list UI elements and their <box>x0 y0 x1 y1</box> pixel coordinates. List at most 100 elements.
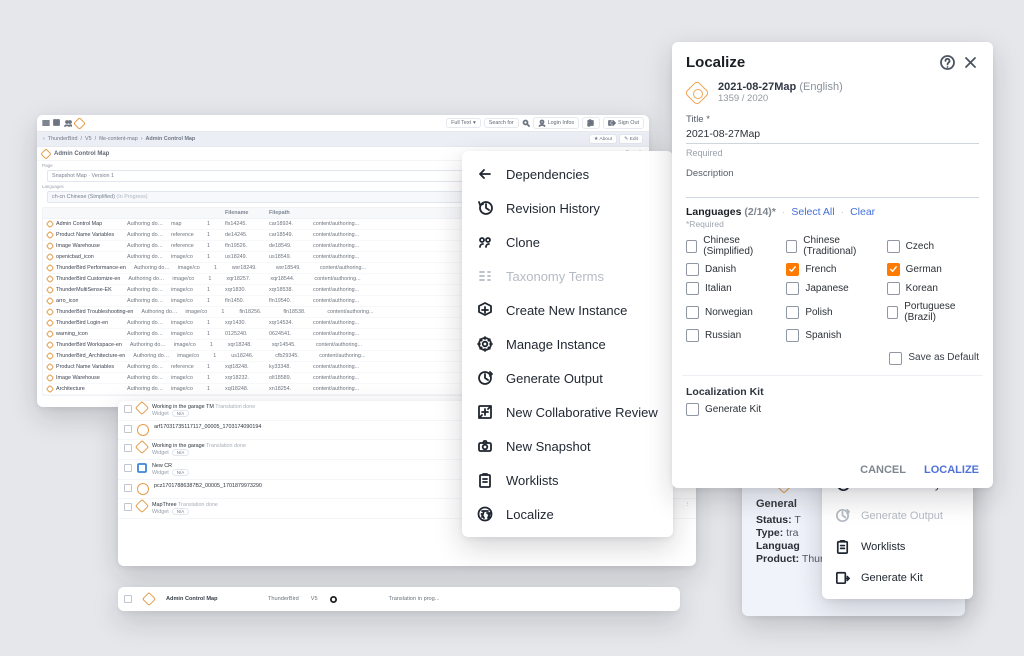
map-hex-icon <box>47 221 53 227</box>
menu-item-snapshot[interactable]: New Snapshot <box>462 429 673 463</box>
localize-button[interactable]: LOCALIZE <box>924 464 979 476</box>
kit-heading: Localization Kit <box>686 386 979 398</box>
generate-kit-checkbox[interactable] <box>686 403 699 416</box>
search-input[interactable]: Search for <box>484 118 519 128</box>
select-all-link[interactable]: Select All <box>791 206 834 218</box>
menu-item-localize[interactable]: Localize <box>462 497 673 531</box>
checkbox[interactable] <box>786 329 799 342</box>
checkbox[interactable] <box>786 282 799 295</box>
menu-item-dependencies[interactable]: Dependencies <box>462 157 673 191</box>
dialog-title: Localize <box>686 54 745 71</box>
review-icon <box>137 463 147 473</box>
breadcrumb-brand[interactable]: ThunderBird <box>48 136 78 142</box>
select-checkbox[interactable] <box>124 405 132 413</box>
checkbox[interactable] <box>686 263 699 276</box>
sliders-icon <box>587 119 595 127</box>
language-option[interactable]: Italian <box>686 282 778 295</box>
menu-item-genout: Generate Output <box>822 500 973 531</box>
checkbox[interactable] <box>887 240 900 253</box>
login-info-button[interactable]: Login Infos <box>533 117 579 129</box>
select-checkbox[interactable] <box>124 444 132 452</box>
language-option[interactable]: Japanese <box>786 282 878 295</box>
id-icon <box>137 424 149 436</box>
breadcrumb: ‹ ThunderBird / V5 / file-content-map › … <box>37 132 649 147</box>
context-menu: DependenciesRevision HistoryCloneTaxonom… <box>462 151 673 537</box>
info-icon <box>330 596 337 603</box>
language-option[interactable]: German <box>887 263 979 276</box>
select-checkbox[interactable] <box>124 484 132 492</box>
settings-button[interactable] <box>582 117 600 129</box>
select-checkbox[interactable] <box>124 464 132 472</box>
menu-item-collab[interactable]: New Collaborative Review <box>462 395 673 429</box>
language-option[interactable]: French <box>786 263 878 276</box>
strip-version: V5 <box>311 596 318 602</box>
help-icon[interactable] <box>939 54 956 71</box>
checkbox[interactable] <box>786 263 799 276</box>
checkbox[interactable] <box>786 306 799 319</box>
language-option[interactable]: Chinese (Simplified) <box>686 235 778 257</box>
language-option[interactable]: Norwegian <box>686 301 778 323</box>
select-checkbox[interactable] <box>124 503 132 511</box>
localize-icon <box>476 505 494 523</box>
brand-hex-icon <box>75 119 84 128</box>
search-icon[interactable] <box>522 119 530 127</box>
menu-icon[interactable] <box>42 119 50 127</box>
select-checkbox[interactable] <box>124 425 132 433</box>
menu-item-worklists[interactable]: Worklists <box>822 531 973 562</box>
clear-link[interactable]: Clear <box>850 206 875 218</box>
menu-item-genout[interactable]: Generate Output <box>462 361 673 395</box>
id-icon <box>137 483 149 495</box>
worklists-icon <box>834 538 851 555</box>
menu-item-manage[interactable]: Manage Instance <box>462 327 673 361</box>
edit-button[interactable]: ✎ Edit <box>619 134 643 144</box>
checkbox[interactable] <box>686 329 699 342</box>
language-option[interactable]: Russian <box>686 329 778 342</box>
language-grid: Chinese (Simplified) Chinese (Traditional… <box>686 235 979 342</box>
language-option[interactable]: Portuguese (Brazil) <box>887 301 979 323</box>
language-option[interactable]: Chinese (Traditional) <box>786 235 878 257</box>
map-hex-icon <box>47 298 53 304</box>
map-hex-icon <box>47 342 53 348</box>
save-default-checkbox[interactable] <box>889 352 902 365</box>
title-input[interactable] <box>686 126 979 144</box>
signout-button[interactable]: Sign Out <box>603 117 644 129</box>
grid-icon[interactable] <box>53 119 61 127</box>
description-input[interactable] <box>686 180 979 198</box>
people-icon[interactable] <box>64 119 72 127</box>
close-icon[interactable] <box>962 54 979 71</box>
language-option[interactable]: Spanish <box>786 329 878 342</box>
filter-chip[interactable]: Full Text ▾ <box>446 118 481 128</box>
map-hex-icon <box>47 243 53 249</box>
language-option[interactable]: Czech <box>887 235 979 257</box>
map-hex-icon <box>47 331 53 337</box>
menu-item-clone[interactable]: Clone <box>462 225 673 259</box>
checkbox[interactable] <box>887 306 899 319</box>
select-checkbox[interactable] <box>124 595 132 603</box>
menu-item-newinst[interactable]: Create New Instance <box>462 293 673 327</box>
map-hex-icon <box>137 442 147 452</box>
menu-item-history[interactable]: Revision History <box>462 191 673 225</box>
language-option[interactable]: Danish <box>686 263 778 276</box>
checkbox[interactable] <box>887 282 900 295</box>
about-button[interactable]: ★ About <box>589 134 617 144</box>
map-hex-icon <box>47 386 53 392</box>
checkbox[interactable] <box>887 263 900 276</box>
description-label: Description <box>686 168 979 179</box>
strip-name[interactable]: Admin Control Map <box>166 596 256 602</box>
back-arrow-icon <box>476 165 494 183</box>
new-instance-icon <box>476 301 494 319</box>
menu-item-worklists[interactable]: Worklists <box>462 463 673 497</box>
checkbox[interactable] <box>686 282 699 295</box>
checkbox[interactable] <box>686 306 699 319</box>
language-option[interactable]: Polish <box>786 301 878 323</box>
language-option[interactable]: Korean <box>887 282 979 295</box>
taxonomy-icon <box>476 267 494 285</box>
menu-item-genkit[interactable]: Generate Kit <box>822 562 973 593</box>
map-hex-icon <box>686 82 708 104</box>
checkbox[interactable] <box>786 240 797 253</box>
map-hex-icon <box>47 375 53 381</box>
languages-required: *Required <box>686 219 979 229</box>
cancel-button[interactable]: CANCEL <box>860 464 906 476</box>
checkbox[interactable] <box>686 240 697 253</box>
generate-kit-label: Generate Kit <box>705 404 761 415</box>
